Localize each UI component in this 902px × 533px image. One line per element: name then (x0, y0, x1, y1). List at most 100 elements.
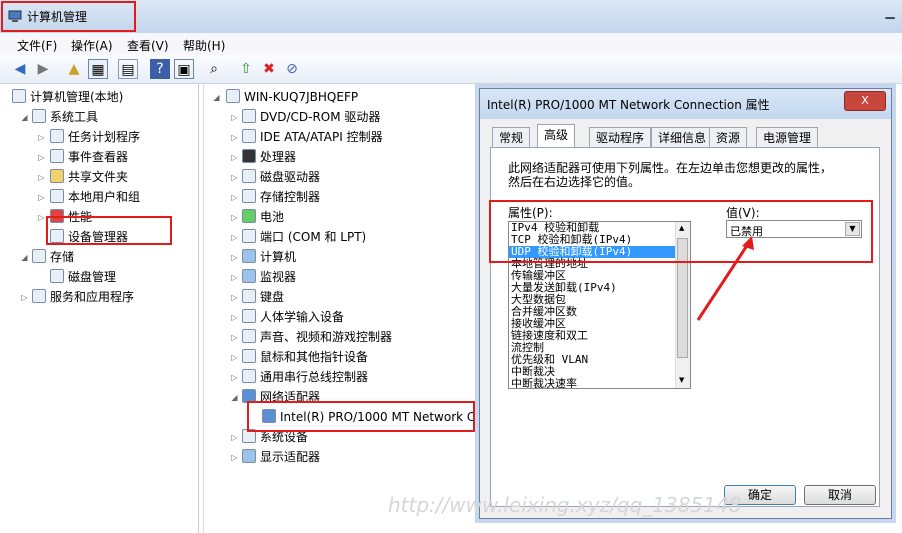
properties-icon[interactable]: ▣ (174, 59, 194, 79)
expand-icon[interactable]: ▷ (230, 233, 239, 242)
highlight-properties (489, 200, 873, 263)
device-category[interactable]: 通用串行总线控制器 (242, 368, 368, 386)
uninstall-icon[interactable]: ✖ (259, 59, 279, 79)
scan-hardware-icon[interactable]: ⌕ (204, 59, 224, 79)
up-folder-icon[interactable]: ▲ (64, 59, 84, 79)
tree-disk-management[interactable]: 磁盘管理 (50, 268, 116, 286)
expand-icon[interactable]: ▷ (37, 213, 46, 222)
device-category[interactable]: 鼠标和其他指针设备 (242, 348, 368, 366)
tree-event-viewer[interactable]: 事件查看器 (50, 148, 128, 166)
highlight-title (1, 1, 136, 32)
users-icon (50, 189, 64, 203)
close-icon[interactable]: X (844, 91, 886, 111)
disk-drive-icon (242, 169, 256, 183)
tools-icon (32, 109, 46, 123)
dialog-title-bar: Intel(R) PRO/1000 MT Network Connection … (480, 89, 891, 119)
highlight-device-manager (46, 216, 172, 245)
console-tree-icon[interactable]: ▦ (88, 59, 108, 79)
device-category[interactable]: 显示适配器 (242, 448, 320, 466)
monitor-icon (242, 269, 256, 283)
scroll-down-icon[interactable]: ▼ (679, 376, 684, 384)
property-item[interactable]: 中断裁决速率 (509, 378, 690, 389)
tree-computer-management[interactable]: 计算机管理(本地) (12, 88, 123, 106)
help-icon[interactable]: ? (150, 59, 170, 79)
port-icon (242, 229, 256, 243)
menu-bar: 文件(F) 操作(A) 查看(V) 帮助(H) (0, 33, 902, 55)
expand-icon[interactable]: ▷ (230, 253, 239, 262)
expand-icon[interactable]: ▷ (20, 293, 29, 302)
tree-services-apps[interactable]: 服务和应用程序 (32, 288, 134, 306)
expand-icon[interactable]: ▷ (230, 353, 239, 362)
menu-action[interactable]: 操作(A) (71, 37, 113, 54)
device-category[interactable]: IDE ATA/ATAPI 控制器 (242, 128, 383, 146)
event-viewer-icon (50, 149, 64, 163)
storage-icon (32, 249, 46, 263)
menu-help[interactable]: 帮助(H) (183, 37, 225, 54)
back-arrow-icon[interactable]: ◀ (10, 59, 30, 79)
expand-icon[interactable]: ▷ (230, 213, 239, 222)
device-category[interactable]: 监视器 (242, 268, 296, 286)
minimize-icon[interactable]: ▁ (882, 4, 898, 20)
expand-icon[interactable]: ▷ (37, 173, 46, 182)
device-category[interactable]: 键盘 (242, 288, 284, 306)
battery-icon (242, 209, 256, 223)
collapse-icon[interactable]: ◢ (20, 253, 29, 262)
display-adapter-icon (242, 449, 256, 463)
computer-icon (12, 89, 26, 103)
device-category[interactable]: DVD/CD-ROM 驱动器 (242, 108, 380, 126)
watermark: http://www.leixing.xyz/qq_1385148 (388, 493, 742, 517)
expand-icon[interactable]: ▷ (230, 373, 239, 382)
expand-icon[interactable]: ▷ (230, 433, 239, 442)
device-tree: ◢ WIN-KUQ7JBHQEFP ▷ DVD/CD-ROM 驱动器 ▷ IDE… (203, 84, 483, 533)
collapse-icon[interactable]: ◢ (212, 93, 221, 102)
expand-icon[interactable]: ▷ (230, 333, 239, 342)
usb-icon (242, 369, 256, 383)
device-category[interactable]: 磁盘驱动器 (242, 168, 320, 186)
update-driver-icon[interactable]: ⇧ (236, 59, 256, 79)
processor-icon (242, 149, 256, 163)
tab-power-management[interactable]: 电源管理 (756, 127, 819, 147)
device-category[interactable]: 存储控制器 (242, 188, 320, 206)
device-category[interactable]: 电池 (242, 208, 284, 226)
device-category[interactable]: 声音、视频和游戏控制器 (242, 328, 392, 346)
expand-icon[interactable]: ▷ (230, 453, 239, 462)
device-category[interactable]: 计算机 (242, 248, 296, 266)
tab-general[interactable]: 常规 (492, 127, 531, 147)
expand-icon[interactable]: ▷ (37, 133, 46, 142)
expand-icon[interactable]: ▷ (230, 153, 239, 162)
expand-icon[interactable]: ▷ (37, 193, 46, 202)
tab-advanced[interactable]: 高级 (537, 124, 576, 148)
tree-local-users[interactable]: 本地用户和组 (50, 188, 140, 206)
disable-device-icon[interactable]: ⊘ (282, 59, 302, 79)
expand-icon[interactable]: ▷ (230, 133, 239, 142)
tree-task-scheduler[interactable]: 任务计划程序 (50, 128, 140, 146)
tab-details[interactable]: 详细信息 (651, 127, 714, 147)
export-icon[interactable]: ▤ (118, 59, 138, 79)
toolbar: ◀ ▶ ▲ ▦ ▤ ? ▣ ⌕ ⇧ ✖ ⊘ (0, 55, 902, 84)
menu-view[interactable]: 查看(V) (127, 37, 169, 54)
expand-icon[interactable]: ▷ (230, 273, 239, 282)
tree-system-tools[interactable]: 系统工具 (32, 108, 98, 126)
tab-driver[interactable]: 驱动程序 (589, 127, 652, 147)
expand-icon[interactable]: ▷ (230, 293, 239, 302)
collapse-icon[interactable]: ◢ (20, 113, 29, 122)
tree-storage[interactable]: 存储 (32, 248, 74, 266)
tab-resources[interactable]: 资源 (709, 127, 748, 147)
folder-icon (50, 169, 64, 183)
collapse-icon[interactable]: ◢ (230, 393, 239, 402)
cancel-button[interactable]: 取消 (804, 485, 876, 505)
menu-file[interactable]: 文件(F) (17, 37, 57, 54)
device-category[interactable]: 处理器 (242, 148, 296, 166)
forward-arrow-icon[interactable]: ▶ (33, 59, 53, 79)
device-category[interactable]: 端口 (COM 和 LPT) (242, 228, 366, 246)
expand-icon[interactable]: ▷ (230, 173, 239, 182)
expand-icon[interactable]: ▷ (37, 153, 46, 162)
dvd-drive-icon (242, 109, 256, 123)
device-category[interactable]: 人体学输入设备 (242, 308, 344, 326)
services-icon (32, 289, 46, 303)
expand-icon[interactable]: ▷ (230, 113, 239, 122)
tree-shared-folders[interactable]: 共享文件夹 (50, 168, 128, 186)
expand-icon[interactable]: ▷ (230, 313, 239, 322)
device-root[interactable]: WIN-KUQ7JBHQEFP (226, 88, 358, 106)
expand-icon[interactable]: ▷ (230, 193, 239, 202)
